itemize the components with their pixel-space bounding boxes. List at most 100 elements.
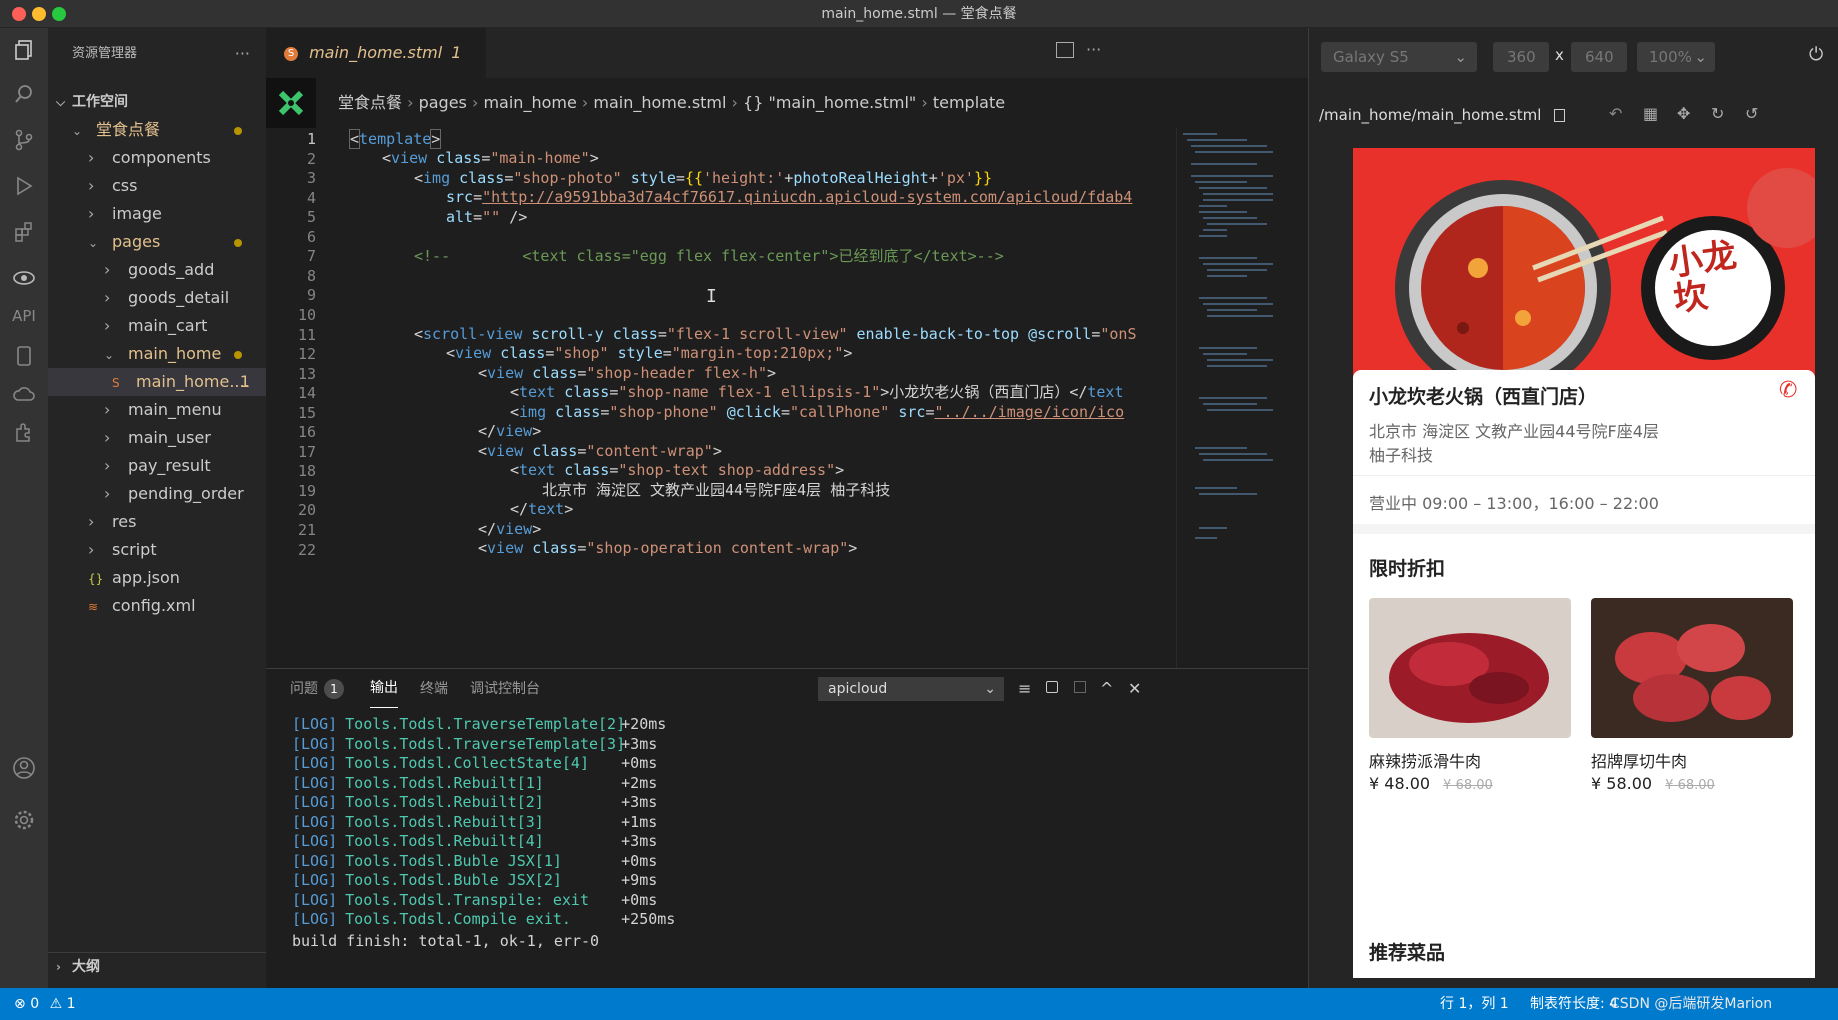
tree-item[interactable]: › components bbox=[48, 144, 266, 172]
tree-item[interactable]: ⌄ 堂食点餐 bbox=[48, 116, 266, 144]
copy-icon[interactable] bbox=[1074, 681, 1086, 693]
tree-item-label: main_user bbox=[128, 428, 211, 447]
plugin-icon[interactable] bbox=[10, 418, 38, 446]
output-channel-value: apicloud bbox=[828, 681, 888, 697]
api-icon[interactable]: API bbox=[10, 302, 38, 330]
tab-label: main_home.stml bbox=[309, 43, 443, 62]
back-icon[interactable]: ↶ bbox=[1609, 104, 1622, 123]
refresh-icon[interactable]: ↻ bbox=[1711, 104, 1724, 123]
stml-file-icon: S bbox=[112, 376, 120, 390]
breadcrumb-item[interactable]: main_home bbox=[483, 93, 576, 112]
editor-more-icon[interactable]: ··· bbox=[1086, 40, 1101, 59]
grid-icon[interactable]: ▦ bbox=[1643, 104, 1658, 123]
copy-path-icon[interactable] bbox=[1554, 109, 1566, 122]
preview-eye-icon[interactable] bbox=[10, 264, 38, 292]
shop-hours: 营业中 09:00 – 13:00，16:00 – 22:00 bbox=[1369, 494, 1659, 513]
outline-label: 大纲 bbox=[72, 959, 100, 975]
chevron-right-icon: › bbox=[916, 93, 933, 112]
product-card[interactable]: 招牌厚切牛肉 ¥ 58.00 ¥ 68.00 bbox=[1591, 598, 1793, 793]
chevron-down-icon: ⌄ bbox=[984, 681, 996, 697]
tree-item-label: app.json bbox=[112, 568, 180, 587]
tree-item[interactable]: Smain_home.... 1 bbox=[48, 368, 266, 396]
clear-output-icon[interactable]: ≡ bbox=[1018, 669, 1031, 709]
outline-section[interactable]: › 大纲 bbox=[48, 952, 266, 980]
chevron-right-icon: › bbox=[576, 93, 594, 112]
price-original: ¥ 68.00 bbox=[1443, 778, 1493, 793]
tab-main-home-stml[interactable]: S main_home.stml 1 ✕ bbox=[266, 28, 486, 112]
cloud-icon[interactable] bbox=[10, 380, 38, 408]
tab-terminal[interactable]: 终端 bbox=[420, 669, 448, 709]
tree-item[interactable]: {} app.json bbox=[48, 564, 266, 592]
source-control-icon[interactable] bbox=[10, 126, 38, 154]
tree-item[interactable]: › pay_result bbox=[48, 452, 266, 480]
split-editor-icon[interactable] bbox=[1056, 42, 1074, 58]
minimize-window-button[interactable] bbox=[32, 7, 46, 21]
breadcrumb-item[interactable]: template bbox=[933, 93, 1005, 112]
stml-file-icon: S bbox=[284, 46, 298, 61]
log-tag: [LOG] bbox=[292, 890, 338, 909]
device-select[interactable]: Galaxy S5 ⌄ bbox=[1321, 42, 1477, 72]
explorer-icon[interactable] bbox=[10, 36, 38, 64]
log-tag: [LOG] bbox=[292, 871, 338, 889]
log-line: [LOG] Tools.Todsl.Compile exit. +250ms bbox=[292, 910, 675, 930]
inspect-icon[interactable]: ✥ bbox=[1677, 104, 1690, 123]
tab-debug-console[interactable]: 调试控制台 bbox=[470, 669, 540, 709]
tree-item[interactable]: › res bbox=[48, 508, 266, 536]
tree-item[interactable]: ⌄ main_home bbox=[48, 340, 266, 368]
run-debug-icon[interactable] bbox=[10, 172, 38, 200]
settings-gear-icon[interactable] bbox=[10, 806, 38, 834]
tree-item[interactable]: › css bbox=[48, 172, 266, 200]
height-input[interactable]: 640 bbox=[1571, 42, 1627, 72]
extensions-icon[interactable] bbox=[10, 218, 38, 246]
code-editor[interactable]: 1 2 3 4 5 6 7 8 9 10 11 12 13 14 15 16 17 18 19 20 21 22 <tem… bbox=[266, 128, 1308, 668]
log-line: [LOG] Tools.Todsl.Rebuilt[3] +1ms bbox=[292, 813, 675, 833]
more-actions-icon[interactable]: ··· bbox=[235, 28, 250, 80]
output-channel-select[interactable]: apicloud ⌄ bbox=[818, 677, 1004, 701]
tree-item[interactable]: ≋ config.xml bbox=[48, 592, 266, 620]
indent-setting[interactable]: 制表符长度: 4 bbox=[1530, 988, 1618, 1020]
chevron-right-icon: › bbox=[104, 456, 111, 475]
dimension-separator: x bbox=[1555, 46, 1564, 64]
breadcrumb-item[interactable]: 堂食点餐 bbox=[338, 93, 402, 112]
width-input[interactable]: 360 bbox=[1493, 42, 1549, 72]
status-bar: ⊗ 0 ⚠ 1 行 1，列 1 制表符长度: 4 CSDN @后端研发Mario… bbox=[0, 988, 1838, 1020]
history-icon[interactable]: ↺ bbox=[1745, 104, 1758, 123]
zoom-select[interactable]: 100% ⌄ bbox=[1637, 42, 1715, 72]
tree-item-label: goods_add bbox=[128, 260, 215, 279]
account-icon[interactable] bbox=[10, 754, 38, 782]
problems-status[interactable]: ⊗ 0 ⚠ 1 bbox=[14, 988, 76, 1020]
phone-call-icon[interactable]: ✆ bbox=[1779, 378, 1797, 403]
maximize-panel-icon[interactable]: ^ bbox=[1100, 669, 1113, 709]
tree-item[interactable]: › script bbox=[48, 536, 266, 564]
workspace-section[interactable]: ⌵ 工作空间 bbox=[48, 88, 266, 116]
product-card[interactable]: 麻辣捞派滑牛肉 ¥ 48.00 ¥ 68.00 bbox=[1369, 598, 1571, 793]
tab-output[interactable]: 输出 bbox=[370, 669, 398, 708]
tree-item[interactable]: › image bbox=[48, 200, 266, 228]
search-icon[interactable] bbox=[10, 80, 38, 108]
minimap[interactable] bbox=[1176, 128, 1296, 668]
workspace-label: 工作空间 bbox=[72, 94, 128, 110]
tree-item[interactable]: › goods_add bbox=[48, 256, 266, 284]
tab-problems[interactable]: 问题 bbox=[290, 669, 318, 709]
breadcrumb-item[interactable]: pages bbox=[419, 93, 467, 112]
close-panel-icon[interactable]: ✕ bbox=[1128, 669, 1141, 709]
breadcrumb-item[interactable]: {} "main_home.stml" bbox=[743, 93, 916, 112]
close-window-button[interactable] bbox=[12, 7, 26, 21]
tree-item[interactable]: › main_user bbox=[48, 424, 266, 452]
tree-item[interactable]: › goods_detail bbox=[48, 284, 266, 312]
breadcrumb-item[interactable]: main_home.stml bbox=[593, 93, 726, 112]
device-icon[interactable] bbox=[10, 342, 38, 370]
product-name: 招牌厚切牛肉 bbox=[1591, 752, 1688, 771]
tree-item[interactable]: › pending_order bbox=[48, 480, 266, 508]
tree-item[interactable]: › main_cart bbox=[48, 312, 266, 340]
code-line: 北京市 海淀区 文教产业园44号院F座4层 柚子科技 bbox=[542, 481, 891, 499]
maximize-window-button[interactable] bbox=[52, 7, 66, 21]
cursor-position[interactable]: 行 1，列 1 bbox=[1440, 988, 1509, 1020]
lock-scroll-icon[interactable] bbox=[1046, 681, 1058, 693]
tree-item[interactable]: › main_menu bbox=[48, 396, 266, 424]
power-icon[interactable]: ⏻ bbox=[1809, 44, 1823, 65]
product-price: ¥ 48.00 ¥ 68.00 bbox=[1369, 774, 1493, 793]
log-name: Tools.Todsl.Rebuilt[2] bbox=[345, 793, 544, 811]
tree-item[interactable]: ⌄ pages bbox=[48, 228, 266, 256]
product-price: ¥ 58.00 ¥ 68.00 bbox=[1591, 774, 1715, 793]
